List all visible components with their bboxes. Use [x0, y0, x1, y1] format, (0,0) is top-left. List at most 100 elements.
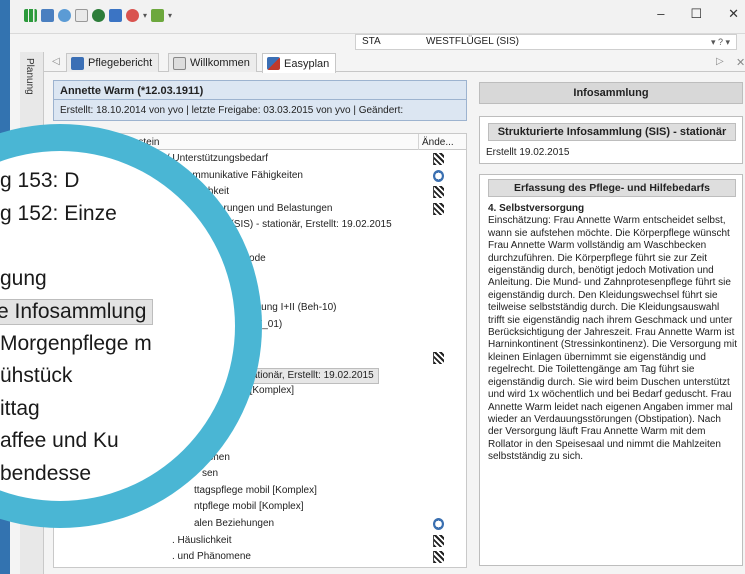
report-icon [71, 56, 84, 70]
tab-willkommen[interactable]: Willkommen [168, 53, 257, 72]
row-label: itusbehandlung I+II (Beh-10) [210, 302, 337, 314]
row-label: gees SN [210, 285, 249, 297]
side-panel-tab[interactable]: Planung [20, 52, 44, 574]
row-label: . und Phänomene [172, 551, 251, 563]
row-label: ntpflege mobil [Komplex] [194, 501, 304, 513]
table-row[interactable]: sen [54, 466, 466, 483]
row-label: . Häuslichkeit [172, 534, 232, 546]
row-label: ttagspflege mobil [Komplex] [194, 484, 317, 496]
sis-group: Strukturierte Infosammlung (SIS) - stati… [479, 116, 743, 164]
table-row[interactable]: e und kommunikative Fähigkeiten [54, 168, 466, 185]
row-label: esituation/ Unterstützungsbedarf [124, 153, 268, 164]
window-controls: – ☐ ✕ [657, 6, 739, 22]
row-label: e und kommunikative Fähigkeiten [154, 169, 303, 181]
info-panel-title: Infosammlung [479, 82, 743, 104]
table-row[interactable]: Kuchen [54, 450, 466, 467]
table-row[interactable] [54, 267, 466, 284]
table-row[interactable]: ung (SIS) - stationär, Erstellt: 19.02.2… [54, 367, 466, 384]
search-icon[interactable] [58, 9, 71, 22]
table-row[interactable]: nsammlung (SIS) - stationär, Erstellt: 1… [54, 217, 466, 234]
row-label: Kuchen [196, 451, 230, 463]
table-row[interactable] [54, 400, 466, 417]
chevron-down-icon[interactable]: ▾ ? ▾ [711, 35, 730, 49]
patient-name: Annette Warm (*12.03.1911) [60, 85, 204, 97]
table-row[interactable]: . und Phänomene [54, 549, 466, 566]
tab-bar: ◁ Pflegebericht Willkommen Easyplan ▷ ✕ [44, 52, 745, 73]
table-row[interactable] [54, 334, 466, 351]
sis-created: Erstellt 19.02.2015 [486, 147, 570, 158]
station-ward: WESTFLÜGEL (SIS) [426, 36, 519, 47]
gear-icon[interactable] [41, 9, 54, 22]
table-row[interactable]: ntpflege mobil [Komplex] [54, 499, 466, 516]
refresh-icon[interactable] [92, 9, 105, 22]
row-label: nd Beweglichkeit [154, 186, 230, 198]
table-row[interactable]: itusbehandlung I+II (Beh-10) [54, 300, 466, 317]
table-row[interactable]: esituation/ Unterstützungsbedarf [54, 151, 466, 168]
table-row[interactable]: alen Beziehungen [54, 516, 466, 533]
erfassung-title: Erfassung des Pflege- und Hilfebedarfs [488, 179, 736, 197]
table-rows: esituation/ Unterstützungsbedarf e und ko… [54, 151, 466, 566]
close-tab-icon[interactable]: ✕ [736, 56, 745, 69]
table-row[interactable]: ssive Episode [54, 251, 466, 268]
table-row[interactable]: gees SN [54, 284, 466, 301]
row-label: gene Anforderungen und Belastungen [164, 202, 333, 214]
quick-access-toolbar: ▾ ▾ [24, 9, 172, 22]
side-tab-label: Planung [24, 58, 35, 95]
clock-icon [433, 518, 444, 531]
close-button[interactable]: ✕ [728, 6, 739, 22]
dropdown-arrow-icon[interactable]: ▾ [168, 11, 172, 20]
add-icon[interactable] [109, 9, 122, 22]
table-row[interactable]: nd Beweglichkeit [54, 184, 466, 201]
sis-title: Strukturierte Infosammlung (SIS) - stati… [488, 123, 736, 141]
tab-label: Pflegebericht [88, 57, 153, 69]
tab-label: Easyplan [284, 57, 330, 70]
row-label: ssive Episode [204, 252, 266, 264]
table-row[interactable]: ge mobil [Komplex] [54, 383, 466, 400]
minimize-button[interactable]: – [657, 6, 664, 22]
dropdown-arrow-icon[interactable]: ▾ [143, 11, 147, 20]
checkered-flag-icon [433, 186, 444, 199]
title-bar: ▾ ▾ – ☐ ✕ [10, 0, 745, 34]
tab-scroll-left-icon[interactable]: ◁ [52, 56, 60, 67]
section-title: 4. Selbstversorgung [488, 203, 585, 214]
clock-icon [433, 169, 444, 182]
checkered-flag-icon [433, 551, 444, 564]
erfassung-body: 4. Selbstversorgung Einschätzung: Frau A… [488, 203, 738, 464]
row-label: alen Beziehungen [194, 518, 275, 530]
settings-icon[interactable] [151, 9, 165, 22]
checkered-flag-icon [433, 153, 444, 165]
table-row[interactable]: gene Anforderungen und Belastungen [54, 201, 466, 218]
tab-pflegebericht[interactable]: Pflegebericht [66, 53, 160, 72]
table-row[interactable]: ttagspflege mobil [Komplex] [54, 483, 466, 500]
patient-info: Erstellt: 18.10.2014 von yvo | letzte Fr… [60, 105, 404, 116]
patient-header: Annette Warm (*12.03.1911) Erstellt: 18.… [53, 80, 467, 121]
row-label: herapie (ET_01) [210, 318, 283, 330]
row-label: nsammlung (SIS) - stationär, Erstellt: 1… [176, 219, 392, 231]
tab-scroll-right-icon[interactable]: ▷ [716, 56, 724, 67]
users-icon[interactable] [126, 9, 139, 22]
welcome-icon [173, 56, 186, 70]
table-row[interactable] [54, 350, 466, 367]
checkered-flag-icon [433, 202, 444, 215]
checkered-flag-icon [433, 534, 444, 547]
checkered-flag-icon [433, 352, 444, 365]
app-window: ▾ ▾ – ☐ ✕ STA WESTFLÜGEL (SIS) ▾ ? ▾ Pla… [0, 0, 745, 574]
table-row[interactable] [54, 417, 466, 434]
globe-icon[interactable] [75, 9, 88, 22]
easyplan-tree-table: Domäne/Baustein Ände... esituation/ Unte… [53, 133, 467, 568]
station-selector[interactable]: STA WESTFLÜGEL (SIS) ▾ ? ▾ [355, 34, 737, 50]
row-label: ge mobil [Komplex] [209, 385, 295, 397]
table-row[interactable]: herapie (ET_01) [54, 317, 466, 334]
tab-easyplan[interactable]: Easyplan [262, 53, 337, 73]
table-header: Domäne/Baustein Ände... [54, 134, 466, 150]
easyplan-icon [267, 57, 280, 70]
tab-label: Willkommen [190, 57, 250, 69]
maximize-button[interactable]: ☐ [690, 6, 702, 22]
section-text: Einschätzung: Frau Annette Warm entschei… [488, 215, 738, 463]
column-header-domain[interactable]: Domäne/Baustein [80, 137, 160, 148]
table-row[interactable]: . Häuslichkeit [54, 533, 466, 550]
column-header-changed[interactable]: Ände... [422, 137, 454, 148]
table-row[interactable] [54, 234, 466, 251]
table-row[interactable] [54, 433, 466, 450]
green-bars-icon[interactable] [24, 9, 37, 22]
